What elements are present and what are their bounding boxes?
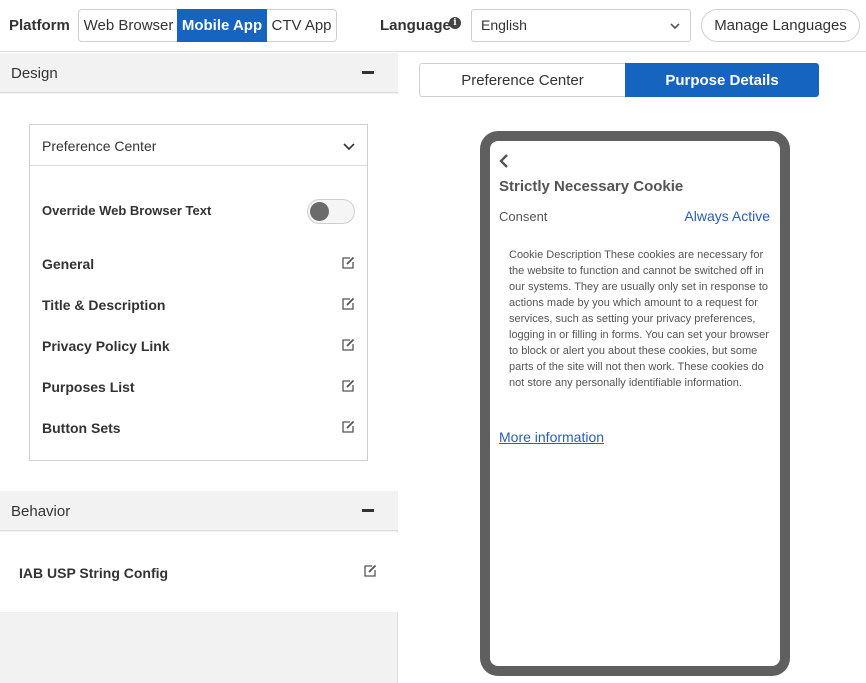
design-item-label: Purposes List (42, 379, 135, 395)
override-web-browser-text-label: Override Web Browser Text (42, 203, 212, 218)
edit-icon[interactable] (341, 256, 355, 270)
override-web-browser-text-row: Override Web Browser Text (42, 199, 355, 224)
tab-preference-center[interactable]: Preference Center (419, 63, 625, 97)
preference-center-card: Preference Center Override Web Browser T… (29, 124, 368, 461)
tab-purpose-details[interactable]: Purpose Details (625, 63, 819, 97)
design-item-label: General (42, 256, 95, 272)
preference-center-dropdown-label: Preference Center (42, 138, 157, 154)
design-item-button-sets[interactable]: Button Sets (42, 420, 355, 440)
preview-panel: Preference Center Purpose Details Strict… (399, 53, 866, 683)
more-information-link[interactable]: More information (499, 429, 604, 445)
info-icon[interactable]: i (449, 17, 461, 29)
design-section-title: Design (11, 65, 58, 82)
purpose-title: Strictly Necessary Cookie (499, 178, 684, 195)
toggle-knob (310, 202, 329, 221)
platform-ctv-app-button[interactable]: CTV App (267, 9, 337, 42)
design-item-label: Title & Description (42, 297, 166, 313)
design-item-purposes-list[interactable]: Purposes List (42, 379, 355, 399)
design-section-body: Preference Center Override Web Browser T… (0, 94, 398, 491)
edit-icon[interactable] (363, 564, 377, 578)
platform-web-browser-button[interactable]: Web Browser (78, 9, 178, 42)
consent-label: Consent (499, 209, 548, 224)
phone-screen: Strictly Necessary Cookie Consent Always… (490, 141, 780, 666)
always-active-status: Always Active (684, 208, 770, 224)
design-item-title-description[interactable]: Title & Description (42, 297, 355, 317)
preference-center-dropdown[interactable]: Preference Center (30, 125, 367, 166)
design-section-header[interactable]: Design (0, 53, 398, 93)
language-select-value: English (481, 17, 527, 33)
collapse-minus-icon[interactable] (362, 71, 374, 74)
override-toggle[interactable] (307, 199, 355, 224)
edit-icon[interactable] (341, 338, 355, 352)
design-item-label: Button Sets (42, 420, 121, 436)
edit-icon[interactable] (341, 297, 355, 311)
platform-label: Platform (9, 17, 70, 34)
top-bar: Platform Web Browser Mobile App CTV App … (0, 0, 866, 52)
left-panel: Design Preference Center Override Web Br… (0, 53, 398, 683)
cookie-description: Cookie Description These cookies are nec… (509, 249, 769, 389)
chevron-down-icon (670, 23, 680, 30)
behavior-item-iab-usp-string-config[interactable]: IAB USP String Config (19, 565, 168, 581)
edit-icon[interactable] (341, 420, 355, 434)
design-item-privacy-policy-link[interactable]: Privacy Policy Link (42, 338, 355, 358)
manage-languages-button[interactable]: Manage Languages (701, 9, 860, 42)
language-select[interactable]: English (471, 9, 691, 42)
back-chevron-icon[interactable] (497, 153, 511, 169)
design-item-label: Privacy Policy Link (42, 338, 170, 354)
behavior-section-title: Behavior (11, 503, 71, 520)
design-item-general[interactable]: General (42, 256, 355, 276)
collapse-minus-icon[interactable] (362, 509, 374, 512)
phone-frame: Strictly Necessary Cookie Consent Always… (480, 131, 790, 676)
behavior-section-header[interactable]: Behavior (0, 491, 398, 531)
chevron-down-icon (343, 143, 355, 151)
edit-icon[interactable] (341, 379, 355, 393)
language-label: Language (380, 17, 451, 34)
platform-mobile-app-button[interactable]: Mobile App (177, 9, 267, 42)
behavior-section-body: IAB USP String Config (0, 532, 398, 612)
